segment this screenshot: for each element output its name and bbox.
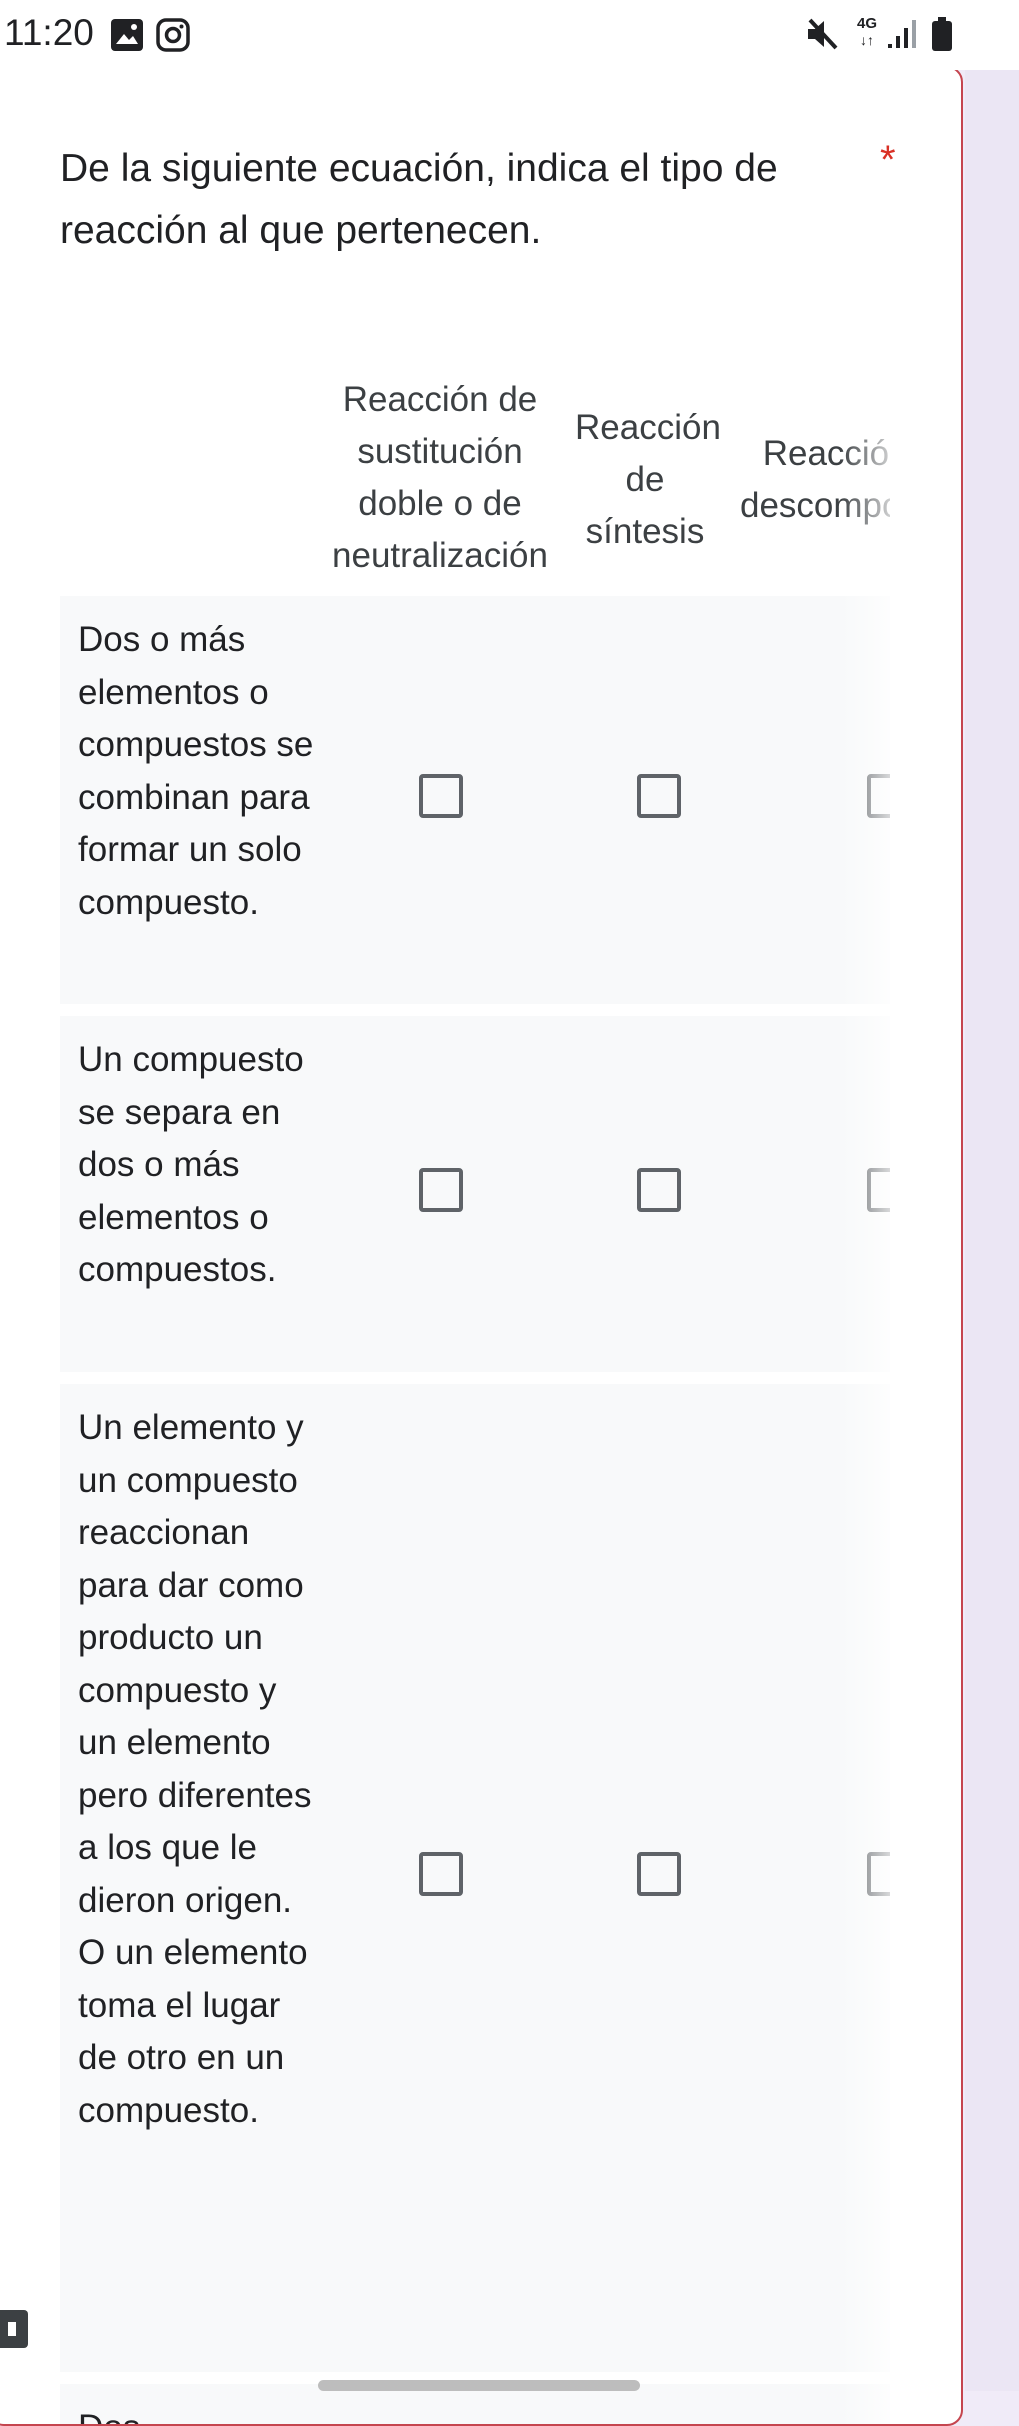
signal-icon (886, 16, 920, 55)
checkbox-row1-sustitucion[interactable] (419, 774, 463, 818)
grid-row: Un elemento y un compuesto reaccionan pa… (60, 1384, 890, 2372)
battery-icon (930, 16, 954, 57)
grid-row: Un compuesto se separa en dos o más elem… (60, 1016, 890, 1372)
row-label: Un compuesto se separa en dos o más elem… (78, 1040, 304, 1289)
checkbox-row1-sintesis[interactable] (637, 774, 681, 818)
checkbox-row2-sintesis[interactable] (637, 1168, 681, 1212)
column-header-sintesis: Reacción de síntesis (575, 408, 721, 551)
checkbox-row2-descomposicion[interactable] (867, 1168, 890, 1212)
status-time: 11:20 (4, 12, 94, 53)
instagram-icon (156, 18, 190, 57)
column-header-descomposicion: Reacción de descomposición (740, 434, 890, 525)
checkbox-row1-descomposicion[interactable] (867, 774, 890, 818)
question-title: De la siguiente ecuación, indica el tipo… (60, 147, 778, 252)
grid-row: Dos o más elementos o compuestos se comb… (60, 596, 890, 1004)
checkbox-row3-sustitucion[interactable] (419, 1852, 463, 1896)
row-label: Dos o más elementos o compuestos se comb… (78, 620, 314, 922)
gesture-navigation-bar[interactable] (318, 2380, 640, 2391)
row-label: Dos (78, 2402, 318, 2424)
network-label: 4G (856, 15, 877, 32)
question-card: De la siguiente ecuación, indica el tipo… (0, 66, 963, 2426)
checkbox-row2-sustitucion[interactable] (419, 1168, 463, 1212)
page-side-gutter (965, 70, 1019, 2391)
checkbox-row3-descomposicion[interactable] (867, 1852, 890, 1896)
row-label: Un elemento y un compuesto reaccionan pa… (78, 1408, 312, 2130)
network-4g-icon: 4G ↓↑ (856, 15, 877, 49)
edge-panel-handle[interactable] (0, 2310, 28, 2348)
checkbox-grid[interactable]: Reacción de sustitución doble o de neutr… (60, 304, 890, 2424)
mute-icon (804, 16, 840, 57)
status-bar: 11:20 4G ↓↑ (0, 0, 1019, 70)
checkbox-row3-sintesis[interactable] (637, 1852, 681, 1896)
required-asterisk: * (880, 138, 896, 182)
column-header-sustitucion: Reacción de sustitución doble o de neutr… (332, 380, 548, 575)
image-icon (110, 18, 144, 57)
